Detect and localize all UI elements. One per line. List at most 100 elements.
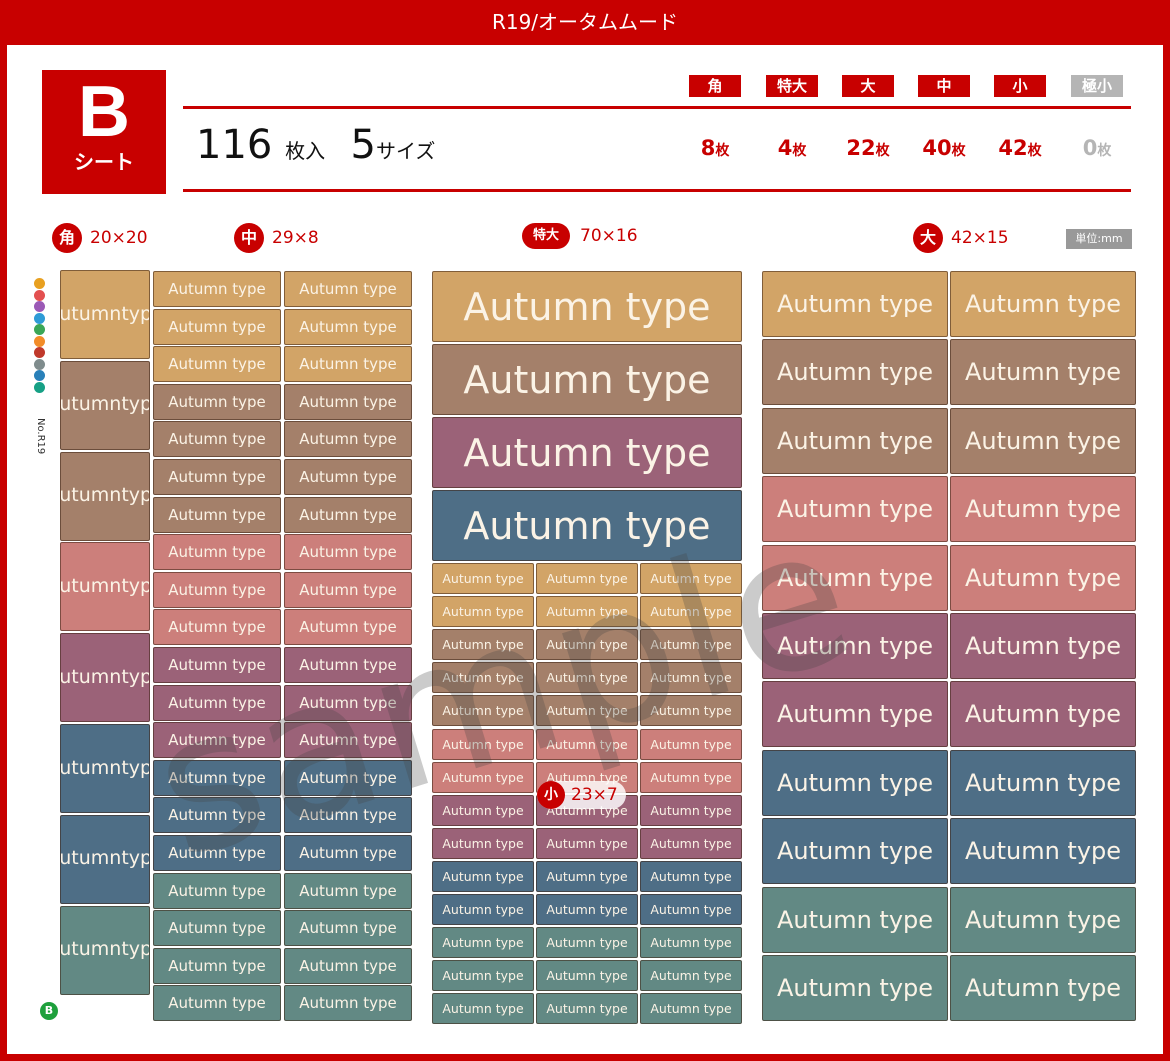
chu-label: Autumn type xyxy=(284,985,412,1022)
dai-label: Autumn type xyxy=(762,886,948,953)
kaku-label: Autumntype xyxy=(60,360,150,450)
sho-label: Autumn type xyxy=(640,563,742,594)
sho-label: Autumn type xyxy=(640,860,742,892)
legend-tokudai-marker: 特大 xyxy=(522,223,570,249)
size-tag-sho: 小 xyxy=(994,75,1046,97)
legend-kaku-marker: 角 xyxy=(52,223,82,253)
sho-label: Autumn type xyxy=(432,894,534,925)
sho-label: Autumn type xyxy=(432,960,534,992)
sho-label: Autumn type xyxy=(640,960,742,992)
chu-label: Autumn type xyxy=(153,571,281,608)
legend-dai: 大 42×15 xyxy=(913,223,1009,253)
brand-logo-dot xyxy=(34,347,45,358)
brand-logo-dot xyxy=(34,289,45,301)
brand-logo-dot xyxy=(34,312,45,324)
dai-label: Autumn type xyxy=(950,749,1136,816)
window-title: R19/オータムムード xyxy=(0,0,1170,45)
size-count-dai: 22枚 xyxy=(846,136,890,160)
brand-logo-dot xyxy=(34,358,45,370)
chu-label: Autumn type xyxy=(153,947,281,984)
dai-label: Autumn type xyxy=(950,955,1136,1021)
chu-label: Autumn type xyxy=(153,383,281,420)
chu-label: Autumn type xyxy=(153,759,281,796)
sho-label: Autumn type xyxy=(536,596,638,628)
sho-label: Autumn type xyxy=(640,761,742,793)
sho-label: Autumn type xyxy=(640,993,742,1025)
dai-label: Autumn type xyxy=(950,613,1136,679)
brand-logo-dot xyxy=(34,335,45,347)
chu-label: Autumn type xyxy=(284,947,412,984)
size-count-gokusho: 0枚 xyxy=(1082,136,1112,160)
sho-label: Autumn type xyxy=(536,629,638,661)
kaku-label: Autumntype xyxy=(60,451,150,541)
chu-label: Autumn type xyxy=(284,684,412,721)
sheet-mark: B xyxy=(40,1002,58,1020)
chu-label: Autumn type xyxy=(153,496,281,533)
sheet-label: シート xyxy=(74,150,134,174)
size-tag-kaku: 角 xyxy=(689,75,741,97)
legend-kaku-dims: 20×20 xyxy=(90,228,148,248)
chu-label: Autumn type xyxy=(284,571,412,608)
chu-label: Autumn type xyxy=(153,459,281,495)
kaku-label: Autumntype xyxy=(60,542,150,632)
legend-sho: 小 23×7 xyxy=(537,781,626,809)
count-unit: 枚入 xyxy=(285,139,326,163)
chu-label: Autumn type xyxy=(284,797,412,834)
sho-label: Autumn type xyxy=(432,662,534,694)
chu-label: Autumn type xyxy=(153,421,281,458)
sho-label: Autumn type xyxy=(536,827,638,859)
size-count-sho: 42枚 xyxy=(998,136,1042,160)
sho-label: Autumn type xyxy=(640,695,742,727)
chu-label: Autumn type xyxy=(284,647,412,683)
chu-label: Autumn type xyxy=(284,271,412,307)
chu-label: Autumn type xyxy=(284,459,412,495)
sheet-summary: 116 枚入 5サイズ xyxy=(196,122,435,168)
sho-label: Autumn type xyxy=(432,827,534,859)
sho-label: Autumn type xyxy=(432,794,534,826)
legend-chu: 中 29×8 xyxy=(234,223,319,253)
chu-label: Autumn type xyxy=(284,496,412,533)
dai-label: Autumn type xyxy=(950,271,1136,337)
sho-label: Autumn type xyxy=(536,860,638,892)
sho-label: Autumn type xyxy=(640,894,742,925)
kaku-label: Autumntype xyxy=(60,814,150,904)
chu-label: Autumn type xyxy=(284,910,412,947)
legend-kaku: 角 20×20 xyxy=(52,223,148,253)
sho-label: Autumn type xyxy=(536,563,638,594)
dai-label: Autumn type xyxy=(762,339,948,406)
chu-label: Autumn type xyxy=(153,872,281,909)
brand-logo-dot xyxy=(34,278,45,289)
kaku-label: Autumntype xyxy=(60,724,150,813)
divider-bottom xyxy=(183,189,1131,192)
legend-chu-marker: 中 xyxy=(234,223,264,253)
chu-label: Autumn type xyxy=(284,759,412,796)
size-count-kaku: 8枚 xyxy=(700,136,730,160)
chu-label: Autumn type xyxy=(284,835,412,871)
chu-label: Autumn type xyxy=(284,872,412,909)
sho-label: Autumn type xyxy=(536,662,638,694)
sho-label: Autumn type xyxy=(432,629,534,661)
sho-label: Autumn type xyxy=(640,827,742,859)
brand-number: No.R19 xyxy=(35,418,46,455)
dai-label: Autumn type xyxy=(950,544,1136,611)
chu-label: Autumn type xyxy=(153,308,281,345)
sho-label: Autumn type xyxy=(536,894,638,925)
sho-label: Autumn type xyxy=(640,629,742,661)
chu-label: Autumn type xyxy=(153,835,281,871)
tokudai-label: Autumn type xyxy=(432,271,742,342)
kaku-label: Autumntype xyxy=(60,633,150,723)
sho-label: Autumn type xyxy=(536,927,638,959)
chu-label: Autumn type xyxy=(153,985,281,1022)
chu-label: Autumn type xyxy=(153,534,281,571)
dai-label: Autumn type xyxy=(762,749,948,816)
sho-label: Autumn type xyxy=(640,728,742,760)
sho-label: Autumn type xyxy=(432,728,534,760)
legend-chu-dims: 29×8 xyxy=(272,228,319,248)
divider-top xyxy=(183,106,1131,109)
brand-logo-dot xyxy=(34,381,45,393)
sho-label: Autumn type xyxy=(432,927,534,959)
size-count-chu: 40枚 xyxy=(922,136,966,160)
dai-label: Autumn type xyxy=(762,476,948,543)
dai-label: Autumn type xyxy=(762,271,948,337)
chu-label: Autumn type xyxy=(153,271,281,307)
